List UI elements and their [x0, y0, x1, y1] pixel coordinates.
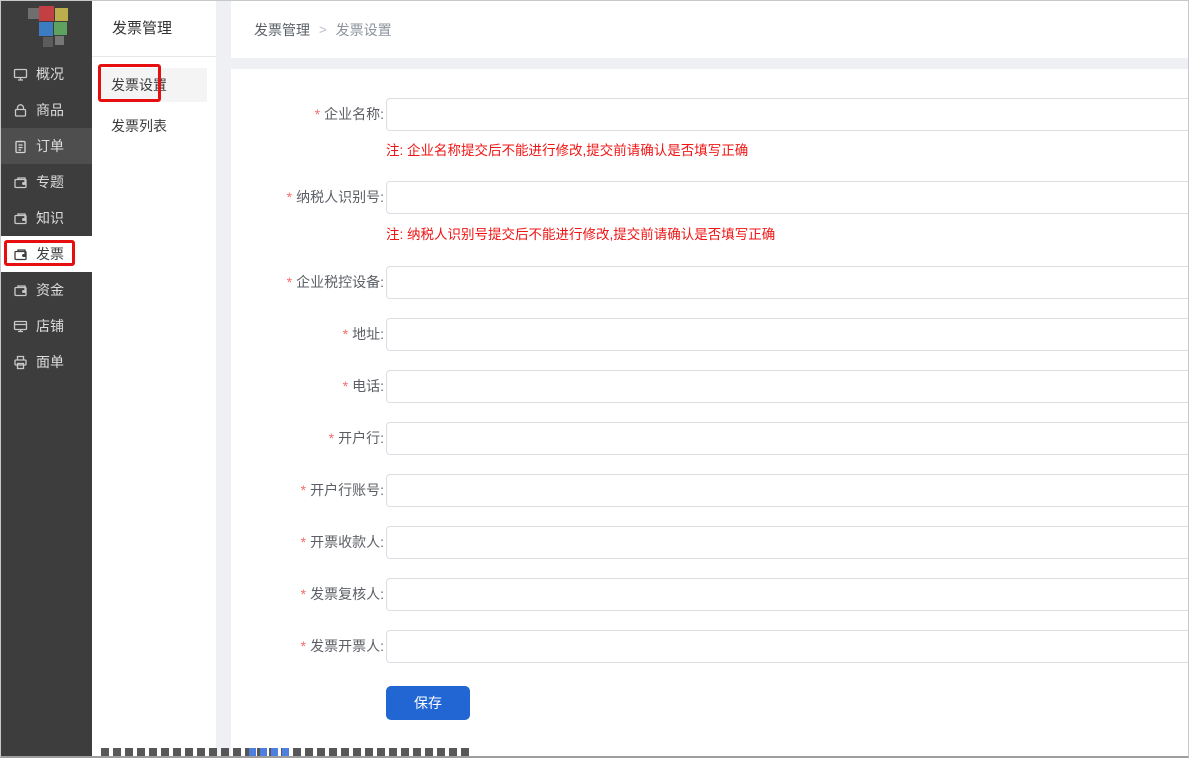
- required-marker: *: [343, 378, 348, 394]
- form-row-company-name: *企业名称:: [231, 98, 1188, 131]
- form-row-tax-device: *企业税控设备:: [231, 266, 1188, 299]
- submenu-item-invoice-list[interactable]: 发票列表: [101, 109, 207, 143]
- sidebar-item-label: 资金: [36, 280, 64, 300]
- sidebar-item-label: 商品: [36, 100, 64, 120]
- sidebar-item-label: 概况: [36, 64, 64, 84]
- waybill-icon: [13, 355, 28, 370]
- required-marker: *: [301, 586, 306, 602]
- sidebar-item-invoice[interactable]: 发票: [1, 236, 92, 272]
- required-marker: *: [343, 326, 348, 342]
- clipped-footer-link-fragment: [249, 748, 291, 758]
- field-label: *电话:: [231, 370, 384, 403]
- sidebar-item-topics[interactable]: 专题: [1, 164, 92, 200]
- knowledge-icon: [13, 211, 28, 226]
- main-sidebar: 概况 商品 订单 专题 知识 发票 资金 店铺: [1, 1, 92, 756]
- sidebar-item-label: 专题: [36, 172, 64, 192]
- sidebar-item-label: 面单: [36, 352, 64, 372]
- tax-device-input[interactable]: [386, 266, 1188, 299]
- required-marker: *: [301, 482, 306, 498]
- field-label: *开户行账号:: [231, 474, 384, 507]
- form-row-bank-account: *开户行账号:: [231, 474, 1188, 507]
- sidebar-item-overview[interactable]: 概况: [1, 56, 92, 92]
- field-label: *开票收款人:: [231, 526, 384, 559]
- breadcrumb-separator-icon: >: [319, 22, 327, 37]
- required-marker: *: [329, 430, 334, 446]
- required-marker: *: [287, 274, 292, 290]
- required-marker: *: [301, 534, 306, 550]
- form-row-address: *地址:: [231, 318, 1188, 351]
- required-marker: *: [287, 189, 292, 205]
- sidebar-item-orders[interactable]: 订单: [1, 128, 92, 164]
- taxpayer-id-note: 注: 纳税人识别号提交后不能进行修改,提交前请确认是否填写正确: [386, 223, 775, 243]
- save-button[interactable]: 保存: [386, 686, 470, 720]
- shop-icon: [13, 319, 28, 334]
- field-label: *地址:: [231, 318, 384, 351]
- required-marker: *: [301, 638, 306, 654]
- reviewer-input[interactable]: [386, 578, 1188, 611]
- invoice-settings-form: *企业名称: 注: 企业名称提交后不能进行修改,提交前请确认是否填写正确 *纳税…: [231, 69, 1188, 756]
- phone-input[interactable]: [386, 370, 1188, 403]
- sidebar-item-label: 知识: [36, 208, 64, 228]
- sidebar-item-label: 订单: [36, 136, 64, 156]
- clipped-footer-text: [101, 748, 473, 758]
- field-label: *企业名称:: [231, 98, 384, 131]
- sidebar-item-label: 店铺: [36, 316, 64, 336]
- required-marker: *: [315, 106, 320, 122]
- sidebar-item-funds[interactable]: 资金: [1, 272, 92, 308]
- field-label: *发票复核人:: [231, 578, 384, 611]
- form-row-reviewer: *发票复核人:: [231, 578, 1188, 611]
- payee-input[interactable]: [386, 526, 1188, 559]
- address-input[interactable]: [386, 318, 1188, 351]
- bank-account-input[interactable]: [386, 474, 1188, 507]
- form-row-drawer: *发票开票人:: [231, 630, 1188, 663]
- submenu-item-invoice-settings[interactable]: 发票设置: [101, 68, 207, 102]
- bank-input[interactable]: [386, 422, 1188, 455]
- app-logo: [26, 6, 76, 50]
- field-label: *企业税控设备:: [231, 266, 384, 299]
- breadcrumb-invoice-settings: 发票设置: [336, 20, 392, 40]
- invoice-icon: [13, 247, 28, 262]
- field-label: *纳税人识别号:: [231, 181, 384, 214]
- sidebar-item-waybill[interactable]: 面单: [1, 344, 92, 380]
- app-window: 概况 商品 订单 专题 知识 发票 资金 店铺: [0, 0, 1189, 758]
- form-row-taxpayer-id: *纳税人识别号:: [231, 181, 1188, 214]
- sidebar-item-knowledge[interactable]: 知识: [1, 200, 92, 236]
- form-row-phone: *电话:: [231, 370, 1188, 403]
- form-row-payee: *开票收款人:: [231, 526, 1188, 559]
- overview-icon: [13, 67, 28, 82]
- drawer-input[interactable]: [386, 630, 1188, 663]
- company-name-input[interactable]: [386, 98, 1188, 131]
- form-row-bank: *开户行:: [231, 422, 1188, 455]
- submenu-title: 发票管理: [92, 1, 216, 57]
- funds-icon: [13, 283, 28, 298]
- sidebar-item-label: 发票: [36, 244, 64, 264]
- field-label: *发票开票人:: [231, 630, 384, 663]
- company-name-note: 注: 企业名称提交后不能进行修改,提交前请确认是否填写正确: [386, 139, 748, 159]
- topics-icon: [13, 175, 28, 190]
- invoice-submenu: 发票管理 发票设置 发票列表: [92, 1, 216, 756]
- breadcrumb-invoice-management[interactable]: 发票管理: [254, 20, 310, 40]
- sidebar-item-goods[interactable]: 商品: [1, 92, 92, 128]
- breadcrumb: 发票管理 > 发票设置: [231, 1, 1188, 58]
- sidebar-item-shop[interactable]: 店铺: [1, 308, 92, 344]
- orders-icon: [13, 139, 28, 154]
- taxpayer-id-input[interactable]: [386, 181, 1188, 214]
- goods-icon: [13, 103, 28, 118]
- field-label: *开户行:: [231, 422, 384, 455]
